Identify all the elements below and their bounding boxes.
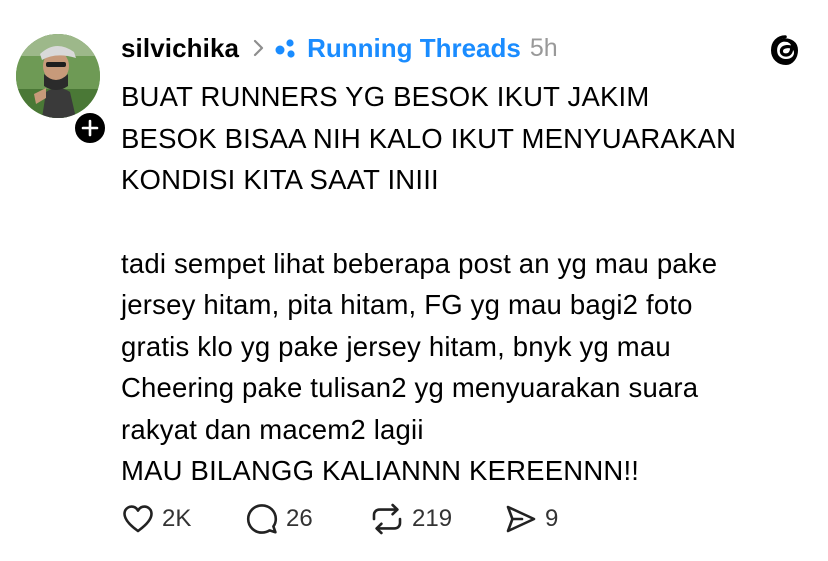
- action-bar: 2K 26 219 9: [121, 499, 574, 539]
- reply-count: 26: [286, 505, 313, 532]
- threads-logo-icon[interactable]: [766, 30, 806, 70]
- plus-icon: [81, 119, 99, 137]
- post-line: Cheering pake tulisan2 yg menyuarakan su…: [121, 372, 699, 403]
- repost-button[interactable]: 219: [369, 502, 504, 536]
- follow-button[interactable]: [72, 110, 108, 146]
- like-button[interactable]: 2K: [121, 503, 245, 535]
- repost-count: 219: [412, 505, 453, 532]
- post-line: BUAT RUNNERS YG BESOK IKUT JAKIM: [121, 81, 650, 112]
- username[interactable]: silvichika: [121, 33, 239, 64]
- like-count: 2K: [162, 505, 192, 532]
- profile-photo: [16, 34, 100, 118]
- avatar-container: [16, 34, 108, 146]
- community-dots-icon: [273, 37, 299, 59]
- chevron-right-icon: [253, 38, 265, 58]
- post-line: tadi sempet lihat beberapa post an yg ma…: [121, 247, 718, 279]
- post-line: BESOK BISAA NIH KALO IKUT MENYUARAKAN: [121, 122, 737, 154]
- send-icon: [506, 505, 536, 533]
- comment-icon: [246, 504, 278, 534]
- post-line: jersey hitam, pita hitam, FG yg mau bagi…: [121, 289, 693, 320]
- share-count: 9: [545, 505, 559, 532]
- share-button[interactable]: 9: [504, 503, 574, 535]
- post-line: KONDISI KITA SAAT INIII: [121, 164, 439, 195]
- community-link[interactable]: Running Threads: [307, 33, 521, 64]
- heart-icon: [123, 505, 153, 533]
- post-line: gratis klo yg pake jersey hitam, bnyk yg…: [121, 330, 671, 362]
- thread-post: silvichika Running Threads 5h BUAT RUNNE…: [0, 0, 828, 561]
- post-content: BUAT RUNNERS YG BESOK IKUT JAKIM BESOK B…: [121, 76, 811, 492]
- post-header: silvichika Running Threads 5h: [121, 28, 558, 68]
- repost-icon: [372, 503, 402, 535]
- avatar[interactable]: [16, 34, 100, 118]
- reply-button[interactable]: 26: [245, 502, 369, 536]
- post-timestamp: 5h: [529, 33, 558, 62]
- post-line: rakyat dan macem2 lagii: [121, 413, 424, 445]
- post-line: MAU BILANGG KALIANNN KEREENNN!!: [121, 455, 640, 486]
